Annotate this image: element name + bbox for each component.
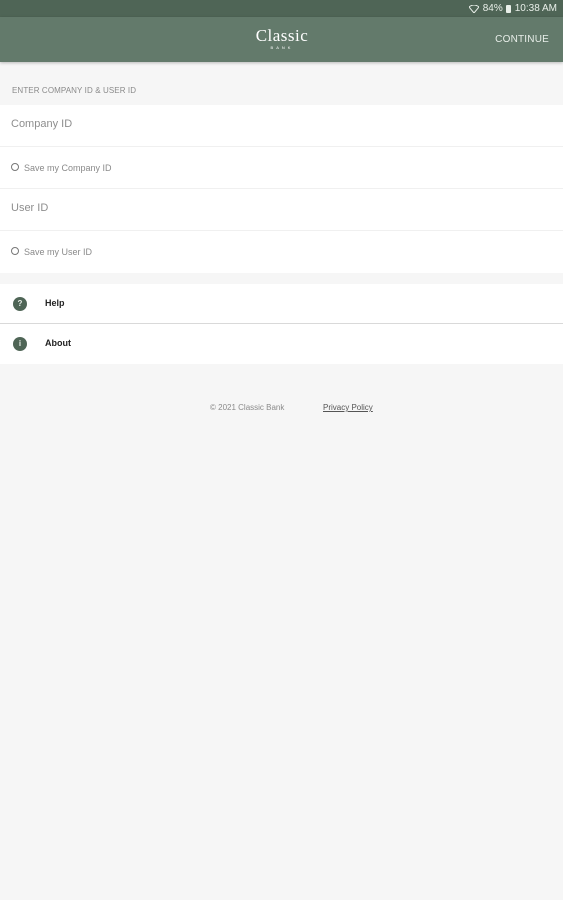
wifi-icon xyxy=(468,4,479,13)
status-bar: 84% 10:38 AM xyxy=(0,0,563,17)
save-company-id-row[interactable]: Save my Company ID xyxy=(0,147,563,189)
battery-icon xyxy=(505,4,511,13)
save-user-id-row[interactable]: Save my User ID xyxy=(0,231,563,273)
logo-sub-text: BANK xyxy=(270,45,294,50)
info-icon: i xyxy=(13,337,27,351)
save-company-id-label: Save my Company ID xyxy=(24,163,112,173)
classic-bank-logo: Classic BANK xyxy=(250,27,314,53)
user-id-input[interactable] xyxy=(11,202,551,214)
login-form: Save my Company ID Save my User ID xyxy=(0,105,563,273)
menu-item-help[interactable]: ? Help xyxy=(0,284,563,324)
clock: 10:38 AM xyxy=(514,3,557,14)
company-id-row xyxy=(0,105,563,147)
menu-list: ? Help i About xyxy=(0,284,563,364)
copyright-text: © 2021 Classic Bank xyxy=(210,403,285,412)
menu-item-label: About xyxy=(45,338,71,348)
save-user-id-checkbox[interactable] xyxy=(11,247,19,255)
section-header: ENTER COMPANY ID & USER ID xyxy=(12,86,137,95)
save-company-id-checkbox[interactable] xyxy=(11,163,19,171)
logo-main-text: Classic xyxy=(255,26,309,45)
menu-item-label: Help xyxy=(45,298,65,308)
battery-percent: 84% xyxy=(482,3,503,14)
privacy-policy-link[interactable]: Privacy Policy xyxy=(323,403,373,412)
help-icon: ? xyxy=(13,297,27,311)
save-user-id-label: Save my User ID xyxy=(24,247,93,257)
menu-item-about[interactable]: i About xyxy=(0,324,563,364)
app-bar: Classic BANK CONTINUE xyxy=(0,17,563,62)
continue-button[interactable]: CONTINUE xyxy=(495,34,549,45)
user-id-row xyxy=(0,189,563,231)
company-id-input[interactable] xyxy=(11,118,551,130)
